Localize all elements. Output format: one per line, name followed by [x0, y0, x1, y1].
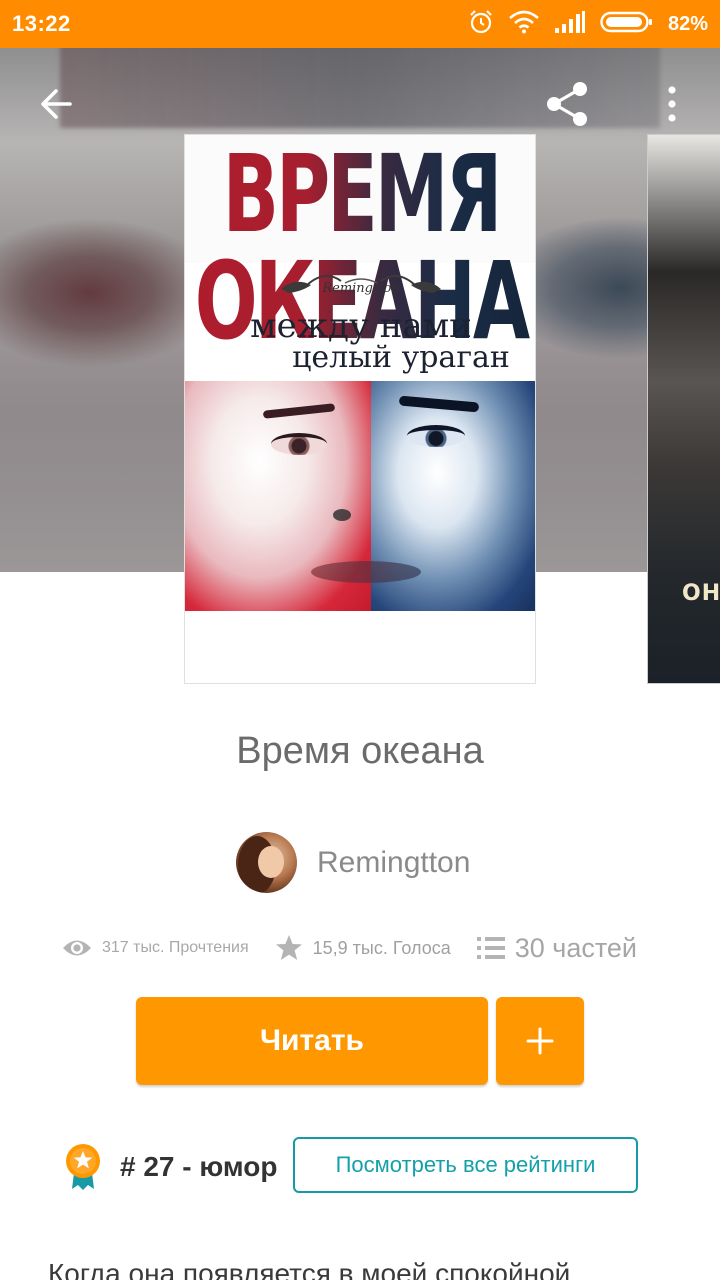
ranking-text: # 27 - юмор [120, 1151, 278, 1182]
share-icon [547, 82, 587, 126]
list-icon [476, 937, 505, 959]
author-name[interactable]: Remingtton [317, 846, 470, 880]
plus-icon [526, 1027, 554, 1055]
book-details-screen: 13:22 82% ВРЕМЯ ОКЕАНА Remingtton между … [0, 0, 720, 1280]
status-bar: 13:22 82% [0, 0, 720, 48]
share-button[interactable] [541, 78, 593, 130]
view-all-rankings-button[interactable]: Посмотреть все рейтинги [293, 1137, 638, 1193]
author-row[interactable]: Remingtton [236, 832, 470, 893]
book-cover[interactable]: ВРЕМЯ ОКЕАНА Remingtton между нами целый… [184, 134, 536, 684]
ranking-row: # 27 - юмор [64, 1140, 277, 1194]
read-button[interactable]: Читать [136, 997, 488, 1085]
next-cover-text: ОНИ [682, 581, 720, 606]
next-book-cover[interactable]: ОНИ [647, 134, 720, 684]
arrow-left-icon [41, 89, 72, 119]
add-to-library-button[interactable] [496, 997, 584, 1085]
alarm-icon [468, 9, 494, 40]
ranking-badge-icon [66, 1144, 100, 1190]
avatar[interactable] [236, 832, 297, 893]
status-time: 13:22 [12, 11, 71, 36]
parts-count: 30 частей [514, 932, 638, 963]
status-icons: 82% [468, 9, 708, 40]
more-vertical-icon [668, 86, 676, 122]
battery-icon [600, 10, 654, 39]
book-stats: 317 тыс. Прочтения 15,9 тыс. Голоса 30 ч… [62, 926, 682, 970]
cover-photo [185, 381, 535, 611]
battery-percent: 82% [667, 12, 708, 35]
back-button[interactable] [30, 78, 82, 130]
reads-count: 317 тыс. Прочтения [102, 939, 249, 956]
parts-stat: 30 частей [476, 932, 638, 964]
wifi-icon [508, 10, 540, 39]
reads-stat: 317 тыс. Прочтения [62, 937, 249, 959]
book-description: Когда она появляется в моей спокойной [48, 1258, 571, 1280]
star-icon [275, 935, 302, 960]
votes-count: 15,9 тыс. Голоса [312, 937, 451, 958]
votes-stat: 15,9 тыс. Голоса [275, 934, 451, 962]
cover-subtitle-line2: целый ураган [292, 340, 510, 375]
book-title: Время океана [236, 730, 484, 772]
cover-subtitle-line1: между нами [250, 306, 472, 346]
signal-icon [554, 10, 586, 39]
eye-icon [63, 940, 91, 956]
cover-logo-text: Remingtton [322, 281, 400, 296]
more-options-button[interactable] [646, 78, 698, 130]
